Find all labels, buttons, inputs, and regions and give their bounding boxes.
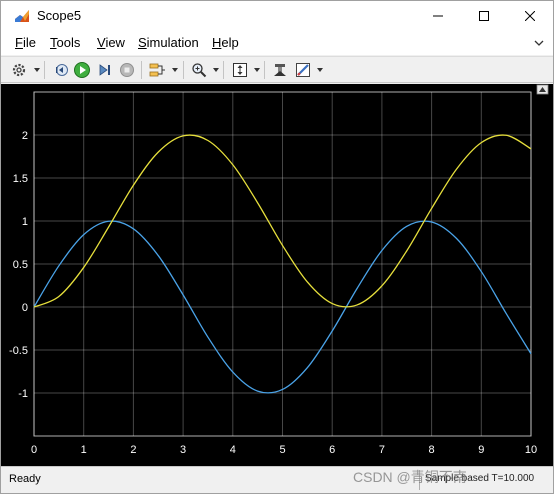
x-tick-label: 2 [130,444,136,456]
y-tick-label: -1 [18,388,28,400]
y-tick-label: -0.5 [9,345,28,357]
signal-select-icon[interactable] [147,60,167,80]
y-tick-label: 0 [22,302,28,314]
x-tick-label: 10 [525,444,537,456]
zoom-icon[interactable] [189,60,209,80]
x-tick-label: 4 [230,444,236,456]
autoscale-icon[interactable] [230,60,250,80]
minimize-icon [433,15,443,17]
run-icon[interactable] [72,60,92,80]
stop-icon[interactable] [117,60,137,80]
x-tick-label: 0 [31,444,37,456]
signal-dropdown-icon[interactable] [172,68,178,72]
autoscale-dropdown-icon[interactable] [254,68,260,72]
scope-chart: 0 1 2 3 4 5 6 7 8 9 10 -1 -0.5 0 0.5 1 1.5 2 [9,84,549,456]
x-tick-label: 1 [81,444,87,456]
status-bar: Ready Sample based T=10.000 [1,466,553,493]
toolbar-separator [141,61,142,79]
menu-simulation[interactable]: Simulation [138,35,199,50]
highlight-icon[interactable] [270,60,290,80]
gear-dropdown-icon[interactable] [34,68,40,72]
step-forward-icon[interactable] [95,60,115,80]
toolbar-separator [183,61,184,79]
style-dropdown-icon[interactable] [317,68,323,72]
close-icon [525,11,535,21]
minimize-button[interactable] [415,1,461,31]
toolbar-separator [223,61,224,79]
menu-help[interactable]: Help [212,35,239,50]
y-tick-label: 1 [22,216,28,228]
x-tick-label: 5 [279,444,285,456]
status-ready: Ready [9,473,41,485]
window-title: Scope5 [37,8,82,23]
y-tick-label: 1.5 [13,173,28,185]
x-tick-label: 3 [180,444,186,456]
x-tick-label: 9 [478,444,484,456]
watermark-text: CSDN @青铜不南 [353,469,467,485]
undock-icon[interactable] [533,37,545,49]
menu-tools[interactable]: Tools [50,35,80,50]
gear-icon[interactable] [9,60,29,80]
title-bar: Scope5 [1,1,553,31]
toolbar-separator [264,61,265,79]
toolbar-separator [44,61,45,79]
x-tick-label: 7 [379,444,385,456]
y-tick-label: 0.5 [13,259,28,271]
maximize-icon [479,11,489,21]
zoom-dropdown-icon[interactable] [213,68,219,72]
x-tick-label: 8 [429,444,435,456]
matlab-icon [14,8,30,24]
style-icon[interactable] [293,60,313,80]
menu-view[interactable]: View [97,35,125,50]
scope-window: Scope5 File Tools View Simulation Help 0… [0,0,554,494]
maximize-button[interactable] [461,1,507,31]
step-back-icon[interactable] [51,60,71,80]
toolbar [1,56,553,83]
scope-plot-area[interactable]: 0 1 2 3 4 5 6 7 8 9 10 -1 -0.5 0 0.5 1 1.5 2 [1,84,553,466]
close-button[interactable] [507,1,553,31]
menu-file[interactable]: File [15,35,36,50]
menu-bar: File Tools View Simulation Help [1,31,553,55]
x-tick-label: 6 [329,444,335,456]
y-tick-label: 2 [22,130,28,142]
